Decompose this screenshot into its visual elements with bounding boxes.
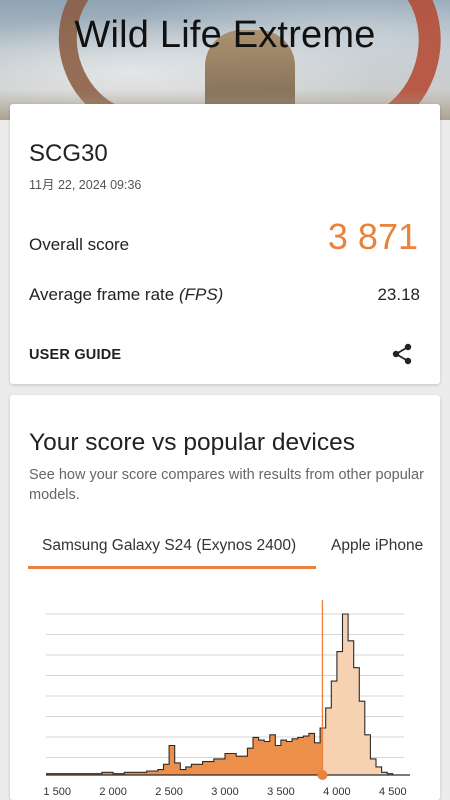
device-tabs: Samsung Galaxy S24 (Exynos 2400) Apple i…: [10, 530, 440, 570]
distribution-area-above: [46, 614, 397, 775]
fps-value: 23.18: [377, 285, 420, 304]
benchmark-title: Wild Life Extreme: [74, 14, 376, 56]
x-tick-label: 3 500: [267, 786, 295, 798]
score-distribution-chart: 1 500 2 000 2 500 3 000 3 500 4 000 4 500: [43, 600, 410, 798]
active-tab-indicator: [28, 566, 316, 569]
fps-label-unit: (FPS): [178, 285, 224, 304]
x-tick-label: 2 500: [155, 786, 183, 798]
comparison-card: Your score vs popular devices See how yo…: [10, 395, 440, 800]
tab-apple-iphone[interactable]: Apple iPhone: [331, 537, 423, 555]
user-guide-button[interactable]: USER GUIDE: [29, 347, 121, 363]
result-date: 11月 22, 2024 09:36: [29, 178, 142, 192]
comparison-title: Your score vs popular devices: [29, 429, 355, 456]
fps-label: Average frame rate (FPS): [29, 285, 223, 305]
x-tick-label: 4 000: [323, 786, 351, 798]
overall-score-label: Overall score: [29, 235, 130, 254]
fps-label-text: Average frame rate: [29, 285, 179, 304]
x-tick-label: 2 000: [99, 786, 127, 798]
comparison-subtitle: See how your score compares with results…: [29, 467, 424, 503]
x-tick-label: 3 000: [211, 786, 239, 798]
x-tick-label: 4 500: [379, 786, 407, 798]
tab-samsung-galaxy-s24[interactable]: Samsung Galaxy S24 (Exynos 2400): [42, 537, 296, 555]
your-score-marker-dot: [317, 770, 328, 780]
result-card: SCG30 11月 22, 2024 09:36 Overall score 3…: [10, 104, 440, 384]
overall-score-value: 3 871: [327, 216, 418, 257]
share-icon[interactable]: [390, 342, 414, 366]
x-tick-label: 1 500: [43, 786, 71, 798]
device-name: SCG30: [29, 140, 108, 167]
benchmark-banner: Wild Life Extreme: [0, 0, 450, 120]
